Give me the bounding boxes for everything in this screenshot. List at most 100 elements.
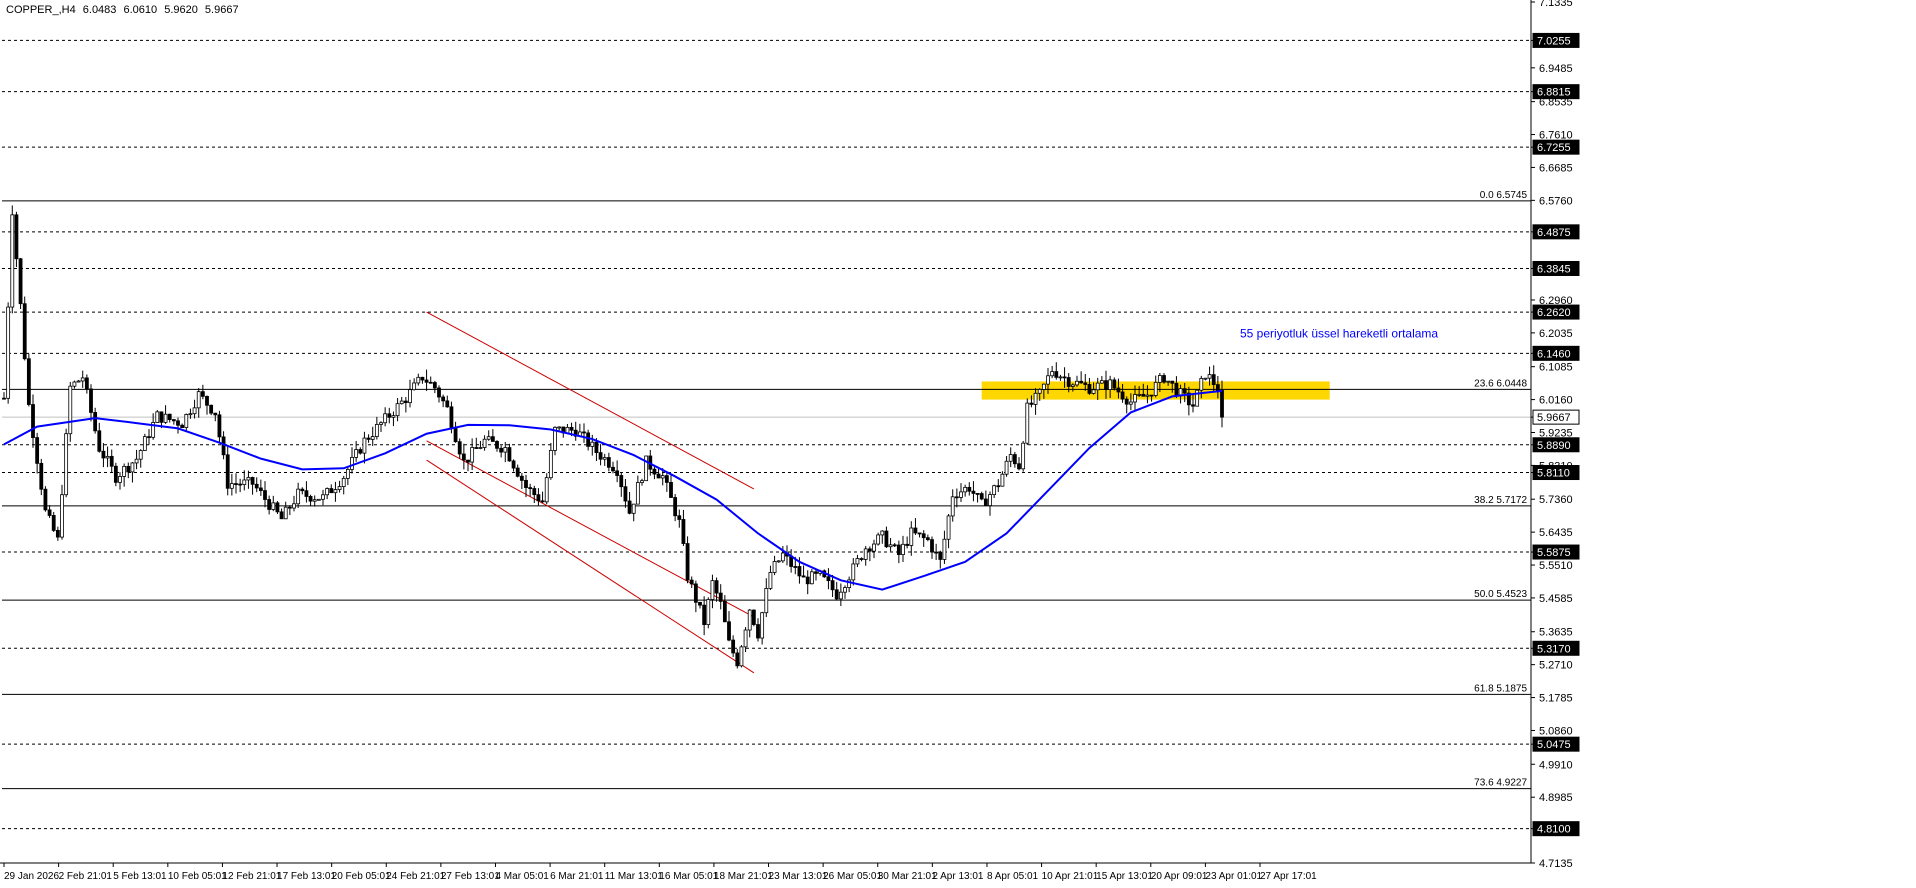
bullish-candle <box>395 403 400 417</box>
price-tick-label: 6.9485 <box>1539 63 1573 75</box>
bearish-candle <box>867 548 872 552</box>
bullish-candle <box>743 629 748 648</box>
time-tick-label: 11 Mar 13:01 <box>605 871 664 882</box>
bearish-candle <box>1116 387 1121 393</box>
bearish-candle <box>180 424 185 428</box>
bullish-candle <box>412 382 417 391</box>
bearish-candle <box>474 447 479 449</box>
bearish-candle <box>756 624 760 639</box>
bearish-candle <box>51 515 56 531</box>
bullish-candle <box>325 488 330 496</box>
fibonacci-label: 73.6 4.9227 <box>1474 778 1527 789</box>
bearish-candle <box>681 519 686 544</box>
bearish-candle <box>234 483 238 485</box>
fibonacci-label: 0.0 6.5745 <box>1480 190 1528 201</box>
bullish-candle <box>1058 376 1063 379</box>
bearish-candle <box>279 511 284 520</box>
bearish-candle <box>461 453 466 461</box>
bearish-candle <box>582 431 586 434</box>
bullish-candle <box>316 498 321 501</box>
price-tick-label: 6.1085 <box>1539 362 1573 374</box>
bearish-candle <box>735 652 740 667</box>
bearish-candle <box>917 532 922 535</box>
bullish-candle <box>809 571 814 585</box>
time-tick-label: 15 Apr 13:01 <box>1096 871 1153 882</box>
price-level-tag-label: 6.7255 <box>1537 142 1571 154</box>
bearish-candle <box>528 487 533 490</box>
bullish-candle <box>776 560 781 563</box>
bullish-candle <box>768 572 773 589</box>
price-tick-label: 5.3635 <box>1539 627 1573 639</box>
price-tick-label: 5.6435 <box>1539 527 1573 539</box>
bullish-candle <box>470 447 475 463</box>
bearish-candle <box>830 580 835 591</box>
bearish-candle <box>859 558 864 560</box>
bullish-candle <box>1145 394 1150 397</box>
bearish-candle <box>1220 390 1224 418</box>
bearish-candle <box>1170 380 1175 384</box>
bearish-candle <box>109 455 114 467</box>
channel-line <box>426 440 755 618</box>
bullish-candle <box>350 456 354 470</box>
time-axis: 29 Jan 2026 2 Feb 21:01 5 Feb 13:01 10 Feb … <box>0 862 1531 882</box>
bearish-candle <box>751 609 756 625</box>
time-tick-label: 20 Feb 05:01 <box>332 871 391 882</box>
bearish-candle <box>627 500 632 514</box>
bullish-candle <box>271 502 276 510</box>
bullish-candle <box>710 580 715 600</box>
price-axis: 7.13357.02556.94856.88156.85356.76106.72… <box>1530 0 1580 870</box>
bearish-candle <box>515 467 520 477</box>
price-tick-label: 6.2035 <box>1539 328 1573 340</box>
bearish-candle <box>1087 384 1092 394</box>
bearish-candle <box>31 404 35 438</box>
bearish-candle <box>611 466 615 472</box>
bearish-candle <box>727 621 731 641</box>
bearish-candle <box>205 395 209 406</box>
bullish-candle <box>478 447 483 449</box>
bearish-candle <box>329 488 334 494</box>
bullish-candle <box>486 436 491 440</box>
chart-window[interactable]: COPPER_,H4 6.0483 6.0610 5.9620 5.9667 0… <box>0 0 1916 888</box>
bearish-candle <box>826 576 831 582</box>
bullish-candle <box>503 447 508 453</box>
price-level-tag-label: 6.3845 <box>1537 263 1571 275</box>
bearish-candle <box>615 470 620 476</box>
bearish-candle <box>441 396 446 402</box>
bearish-candle <box>519 475 524 481</box>
bullish-candle <box>851 563 856 581</box>
bearish-candle <box>171 419 176 422</box>
bearish-candle <box>366 437 371 440</box>
price-level-tag-label: 5.5875 <box>1537 547 1571 559</box>
time-tick-label: 23 Mar 13:01 <box>769 871 828 882</box>
bullish-candle <box>64 433 69 496</box>
bullish-candle <box>1070 384 1075 387</box>
bearish-candle <box>913 527 918 534</box>
bearish-candle <box>983 498 988 507</box>
price-chart[interactable]: 0.0 6.5745 23.6 6.0448 38.2 5.7172 50.0 5.4… <box>0 0 1916 888</box>
bullish-candle <box>1153 381 1158 396</box>
bullish-candle <box>341 477 346 487</box>
bearish-candle <box>1215 384 1220 391</box>
bullish-candle <box>772 561 777 573</box>
price-tick-label: 6.5760 <box>1539 195 1573 207</box>
bearish-candle <box>540 500 545 503</box>
bullish-candle <box>379 422 383 425</box>
bullish-candle <box>416 376 421 384</box>
bearish-candle <box>975 493 980 495</box>
time-tick-label: 23 Apr 01:01 <box>1205 871 1262 882</box>
channel-line <box>426 311 755 490</box>
bearish-candle <box>308 496 313 502</box>
bullish-candle <box>880 530 885 536</box>
bullish-candle <box>105 455 110 459</box>
bearish-candle <box>403 400 408 404</box>
time-tick-label: 2 Apr 13:01 <box>932 871 984 882</box>
time-tick-label: 2 Feb 21:01 <box>59 871 113 882</box>
bearish-candle <box>979 493 984 500</box>
price-tick-label: 7.1335 <box>1539 0 1573 9</box>
time-tick-label: 17 Feb 13:01 <box>277 871 336 882</box>
bullish-candle <box>333 489 338 494</box>
bullish-candle <box>909 527 914 546</box>
bearish-candle <box>437 387 441 398</box>
bullish-candle <box>1203 377 1208 380</box>
bearish-candle <box>925 537 930 541</box>
